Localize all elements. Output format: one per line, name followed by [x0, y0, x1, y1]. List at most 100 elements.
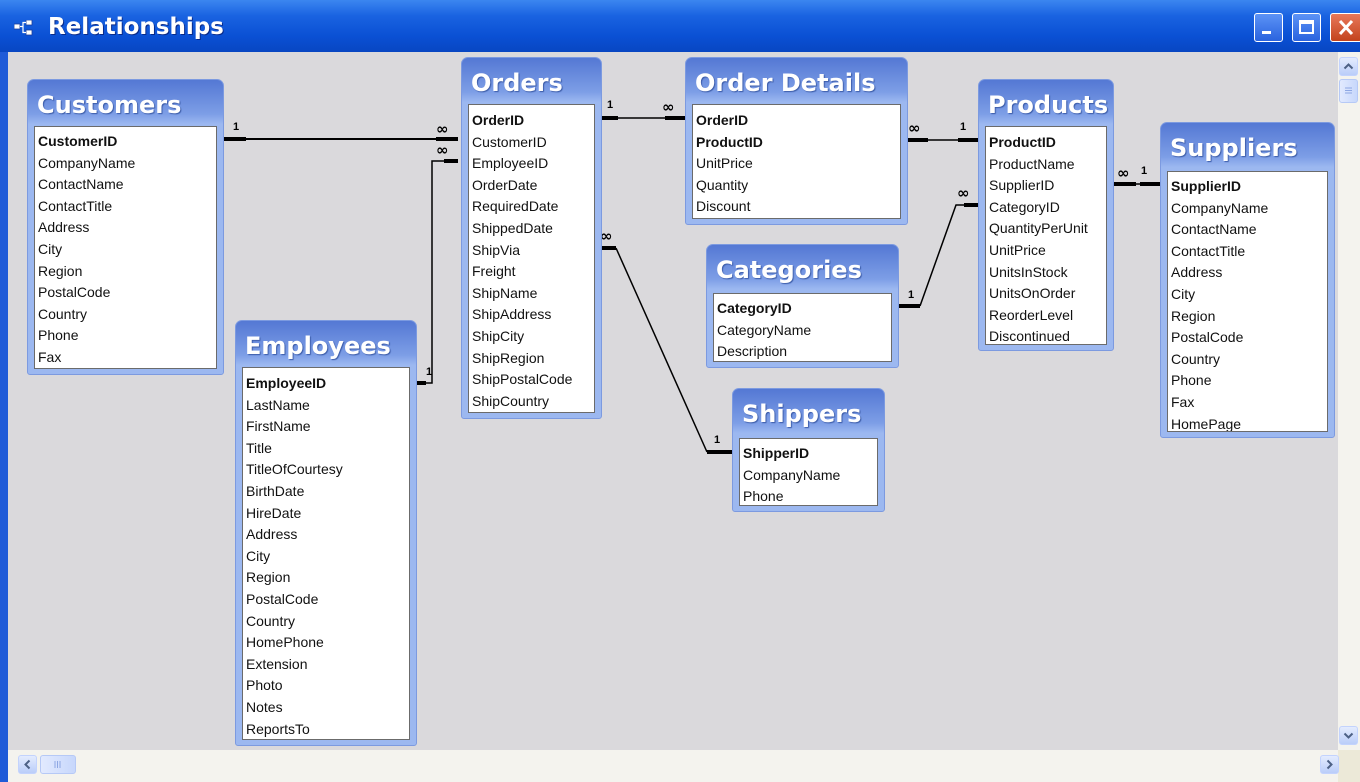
field-postalcode[interactable]: PostalCode: [35, 282, 216, 304]
field-region[interactable]: Region: [243, 567, 409, 589]
field-productid[interactable]: ProductID: [986, 132, 1106, 154]
field-quantity[interactable]: Quantity: [693, 175, 900, 197]
field-firstname[interactable]: FirstName: [243, 416, 409, 438]
field-photo[interactable]: Photo: [243, 675, 409, 697]
field-country[interactable]: Country: [243, 611, 409, 633]
field-customerid[interactable]: CustomerID: [35, 131, 216, 153]
field-postalcode[interactable]: PostalCode: [1168, 327, 1327, 349]
field-freight[interactable]: Freight: [469, 261, 594, 283]
field-unitprice[interactable]: UnitPrice: [693, 153, 900, 175]
field-region[interactable]: Region: [1168, 306, 1327, 328]
table-orders[interactable]: Orders OrderID CustomerID EmployeeID Ord…: [461, 57, 602, 419]
field-shipcity[interactable]: ShipCity: [469, 326, 594, 348]
field-lastname[interactable]: LastName: [243, 395, 409, 417]
field-country[interactable]: Country: [35, 304, 216, 326]
field-city[interactable]: City: [243, 546, 409, 568]
field-orderdate[interactable]: OrderDate: [469, 175, 594, 197]
vertical-scrollbar[interactable]: [1338, 52, 1360, 750]
field-orderid[interactable]: OrderID: [469, 110, 594, 132]
field-address[interactable]: Address: [243, 524, 409, 546]
field-reportsto[interactable]: ReportsTo: [243, 719, 409, 740]
field-contacttitle[interactable]: ContactTitle: [1168, 241, 1327, 263]
field-shipaddress[interactable]: ShipAddress: [469, 304, 594, 326]
field-phone[interactable]: Phone: [740, 486, 877, 505]
field-extension[interactable]: Extension: [243, 654, 409, 676]
field-requireddate[interactable]: RequiredDate: [469, 196, 594, 218]
field-customerid[interactable]: CustomerID: [469, 132, 594, 154]
table-customers[interactable]: Customers CustomerID CompanyName Contact…: [27, 79, 224, 375]
field-list-customers[interactable]: CustomerID CompanyName ContactName Conta…: [34, 126, 217, 369]
field-unitsinstock[interactable]: UnitsInStock: [986, 262, 1106, 284]
field-unitprice[interactable]: UnitPrice: [986, 240, 1106, 262]
table-employees[interactable]: Employees EmployeeID LastName FirstName …: [235, 320, 417, 746]
field-description[interactable]: Description: [714, 341, 891, 361]
field-shippostalcode[interactable]: ShipPostalCode: [469, 369, 594, 391]
field-titleofcourtesy[interactable]: TitleOfCourtesy: [243, 459, 409, 481]
field-list-employees[interactable]: EmployeeID LastName FirstName Title Titl…: [242, 367, 410, 740]
field-list-suppliers[interactable]: SupplierID CompanyName ContactName Conta…: [1167, 171, 1328, 432]
field-productid[interactable]: ProductID: [693, 132, 900, 154]
field-reorderlevel[interactable]: ReorderLevel: [986, 305, 1106, 327]
field-fax[interactable]: Fax: [35, 347, 216, 368]
field-quantityperunit[interactable]: QuantityPerUnit: [986, 218, 1106, 240]
table-suppliers[interactable]: Suppliers SupplierID CompanyName Contact…: [1160, 122, 1335, 438]
field-shipregion[interactable]: ShipRegion: [469, 348, 594, 370]
field-list-categories[interactable]: CategoryID CategoryName Description: [713, 293, 892, 362]
maximize-button[interactable]: [1292, 13, 1321, 42]
field-birthdate[interactable]: BirthDate: [243, 481, 409, 503]
field-phone[interactable]: Phone: [35, 325, 216, 347]
minimize-button[interactable]: [1254, 13, 1283, 42]
field-companyname[interactable]: CompanyName: [1168, 198, 1327, 220]
field-categoryname[interactable]: CategoryName: [714, 320, 891, 342]
field-list-products[interactable]: ProductID ProductName SupplierID Categor…: [985, 126, 1107, 345]
field-contacttitle[interactable]: ContactTitle: [35, 196, 216, 218]
field-hiredate[interactable]: HireDate: [243, 503, 409, 525]
field-shipcountry[interactable]: ShipCountry: [469, 391, 594, 412]
field-country[interactable]: Country: [1168, 349, 1327, 371]
field-categoryid[interactable]: CategoryID: [714, 298, 891, 320]
field-contactname[interactable]: ContactName: [1168, 219, 1327, 241]
field-homepage[interactable]: HomePage: [1168, 414, 1327, 431]
field-discontinued[interactable]: Discontinued: [986, 326, 1106, 344]
field-address[interactable]: Address: [35, 217, 216, 239]
field-fax[interactable]: Fax: [1168, 392, 1327, 414]
field-shipperid[interactable]: ShipperID: [740, 443, 877, 465]
title-bar[interactable]: Relationships: [0, 0, 1360, 52]
field-discount[interactable]: Discount: [693, 196, 900, 218]
table-categories[interactable]: Categories CategoryID CategoryName Descr…: [706, 244, 899, 368]
horizontal-scrollbar[interactable]: [8, 750, 1339, 782]
field-orderid[interactable]: OrderID: [693, 110, 900, 132]
field-postalcode[interactable]: PostalCode: [243, 589, 409, 611]
field-address[interactable]: Address: [1168, 262, 1327, 284]
field-list-order-details[interactable]: OrderID ProductID UnitPrice Quantity Dis…: [692, 104, 901, 219]
field-notes[interactable]: Notes: [243, 697, 409, 719]
field-homephone[interactable]: HomePhone: [243, 632, 409, 654]
field-contactname[interactable]: ContactName: [35, 174, 216, 196]
field-unitsonorder[interactable]: UnitsOnOrder: [986, 283, 1106, 305]
field-employeeid[interactable]: EmployeeID: [469, 153, 594, 175]
table-shippers[interactable]: Shippers ShipperID CompanyName Phone: [732, 388, 885, 512]
field-productname[interactable]: ProductName: [986, 154, 1106, 176]
field-categoryid[interactable]: CategoryID: [986, 197, 1106, 219]
field-companyname[interactable]: CompanyName: [740, 465, 877, 487]
field-city[interactable]: City: [35, 239, 216, 261]
scroll-down-button[interactable]: [1339, 726, 1358, 745]
horizontal-scroll-thumb[interactable]: [40, 755, 76, 774]
field-title[interactable]: Title: [243, 438, 409, 460]
scroll-left-button[interactable]: [18, 755, 37, 774]
field-phone[interactable]: Phone: [1168, 370, 1327, 392]
field-list-orders[interactable]: OrderID CustomerID EmployeeID OrderDate …: [468, 104, 595, 413]
field-supplierid[interactable]: SupplierID: [1168, 176, 1327, 198]
field-supplierid[interactable]: SupplierID: [986, 175, 1106, 197]
field-shipvia[interactable]: ShipVia: [469, 240, 594, 262]
field-region[interactable]: Region: [35, 261, 216, 283]
field-list-shippers[interactable]: ShipperID CompanyName Phone: [739, 438, 878, 506]
field-companyname[interactable]: CompanyName: [35, 153, 216, 175]
field-city[interactable]: City: [1168, 284, 1327, 306]
field-shipname[interactable]: ShipName: [469, 283, 594, 305]
close-button[interactable]: [1330, 13, 1360, 42]
scroll-right-button[interactable]: [1320, 755, 1339, 774]
table-products[interactable]: Products ProductID ProductName SupplierI…: [978, 79, 1114, 351]
field-employeeid[interactable]: EmployeeID: [243, 373, 409, 395]
vertical-scroll-thumb[interactable]: [1339, 79, 1358, 103]
